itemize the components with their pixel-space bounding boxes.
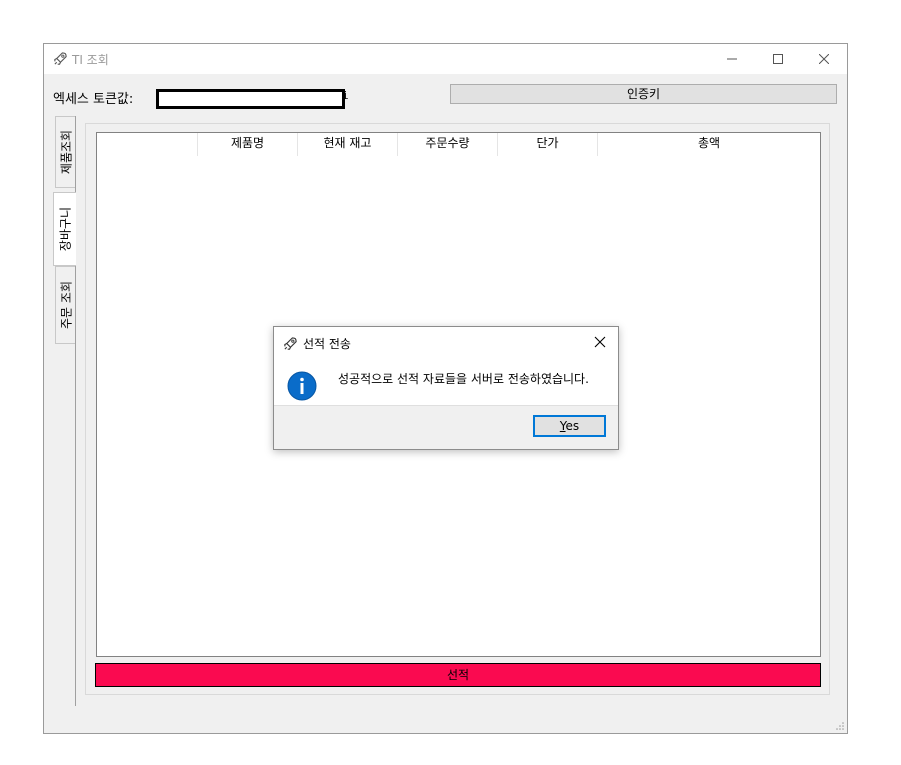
- tab-label: 주문 조회: [59, 281, 73, 329]
- table-header: 제품명 현재 재고 주문수량 단가 총액: [97, 133, 820, 156]
- shipment-button[interactable]: 선적: [95, 663, 821, 687]
- dialog-footer: Yes: [274, 405, 618, 449]
- auth-key-button[interactable]: 인증키: [450, 84, 837, 104]
- token-value-tail: i: [342, 89, 349, 102]
- resize-grip-icon[interactable]: [835, 721, 845, 731]
- close-icon: [819, 54, 829, 64]
- minimize-button[interactable]: [709, 44, 755, 74]
- column-header[interactable]: 현재 재고: [297, 133, 397, 156]
- tab-label: 제품조회: [59, 129, 73, 175]
- column-header[interactable]: 주문수량: [397, 133, 497, 156]
- rocket-icon: [54, 52, 67, 65]
- title-bar[interactable]: TI 조회: [44, 44, 847, 74]
- close-icon: [594, 336, 606, 348]
- maximize-button[interactable]: [755, 44, 801, 74]
- window-title: TI 조회: [72, 53, 109, 67]
- minimize-icon: [727, 58, 737, 60]
- tab-product-lookup[interactable]: 제품조회: [55, 116, 75, 188]
- dialog-title: 선적 전송: [303, 337, 351, 351]
- info-icon: [287, 371, 317, 401]
- column-header[interactable]: 단가: [497, 133, 597, 156]
- tab-cart[interactable]: 장바구니: [53, 192, 76, 266]
- dialog-close-button[interactable]: [588, 331, 612, 353]
- token-field[interactable]: [156, 89, 345, 109]
- token-label: 엑세스 토큰값:: [53, 92, 134, 107]
- yes-button[interactable]: Yes: [533, 415, 606, 437]
- tab-order-lookup[interactable]: 주문 조회: [55, 266, 75, 344]
- tab-label: 장바구니: [58, 206, 73, 252]
- column-header[interactable]: 제품명: [197, 133, 297, 156]
- maximize-icon: [773, 54, 783, 64]
- dialog-message: 성공적으로 선적 자료들을 서버로 전송하였습니다.: [338, 372, 589, 386]
- close-button[interactable]: [801, 44, 847, 74]
- column-header[interactable]: 총액: [597, 133, 820, 156]
- rocket-icon: [284, 337, 297, 350]
- yes-label: Yes: [559, 419, 580, 433]
- message-dialog: 선적 전송 성공적으로 선적 자료들을 서버로 전송하였습니다. Yes: [273, 326, 619, 450]
- column-header[interactable]: [97, 133, 197, 156]
